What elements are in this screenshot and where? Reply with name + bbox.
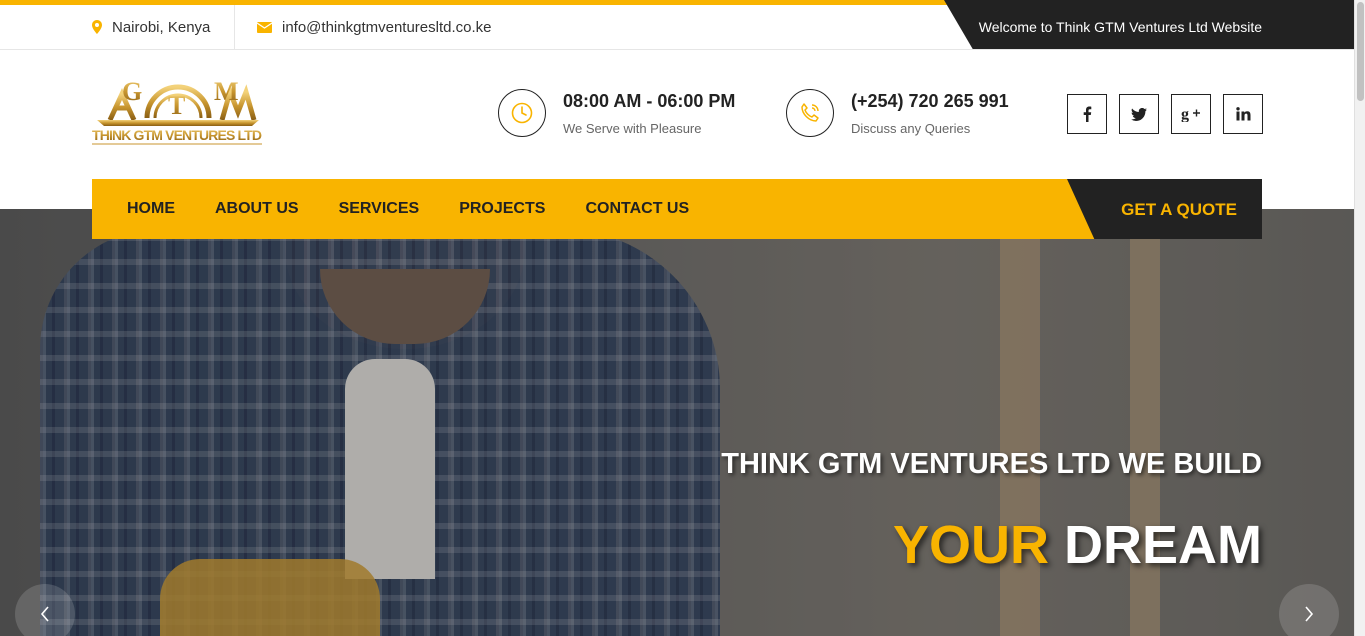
- hours-subtitle: We Serve with Pleasure: [563, 120, 702, 136]
- map-marker-icon: [92, 20, 102, 34]
- email-text[interactable]: info@thinkgtmventuresltd.co.ke: [282, 19, 492, 36]
- svg-text:T: T: [168, 91, 185, 120]
- slider-prev-button[interactable]: [15, 584, 75, 636]
- hero-tagline-rest: DREAM: [1064, 515, 1262, 575]
- social-links: g: [1067, 94, 1263, 134]
- hero-tagline-accent: YOUR: [892, 515, 1049, 575]
- phone-subtitle: Discuss any Queries: [851, 120, 971, 136]
- welcome-banner: Welcome to Think GTM Ventures Ltd Websit…: [944, 0, 1354, 49]
- chevron-left-icon: [40, 606, 49, 622]
- welcome-text: Welcome to Think GTM Ventures Ltd Websit…: [978, 19, 1262, 35]
- envelope-icon: [257, 21, 272, 33]
- top-bar: Nairobi, Kenya info@thinkgtmventuresltd.…: [0, 0, 1354, 50]
- svg-text:G: G: [122, 77, 142, 106]
- get-a-quote-button[interactable]: GET A QUOTE: [1067, 179, 1262, 239]
- nav-item-services[interactable]: SERVICES: [339, 200, 420, 218]
- nav-item-projects[interactable]: PROJECTS: [459, 200, 545, 218]
- nav-item-home[interactable]: HOME: [127, 200, 175, 218]
- twitter-icon[interactable]: [1119, 94, 1159, 134]
- main-navigation: HOME ABOUT US SERVICES PROJECTS CONTACT …: [92, 179, 1262, 239]
- nav-menu: HOME ABOUT US SERVICES PROJECTS CONTACT …: [127, 179, 689, 239]
- topbar-divider: [234, 5, 235, 49]
- hero-tagline: YOUR DREAM: [893, 514, 1262, 576]
- hero-heading: THINK GTM VENTURES LTD WE BUILD: [721, 448, 1262, 480]
- location-info: Nairobi, Kenya: [92, 5, 210, 49]
- phone-icon: [786, 89, 834, 137]
- phone-contact[interactable]: (+254) 720 265 991 Discuss any Queries: [786, 89, 1009, 137]
- svg-text:M: M: [214, 77, 239, 106]
- get-a-quote-label[interactable]: GET A QUOTE: [1121, 200, 1237, 220]
- clock-icon: [498, 89, 546, 137]
- location-text: Nairobi, Kenya: [112, 18, 211, 36]
- chevron-right-icon: [1305, 606, 1314, 622]
- opening-hours: 08:00 AM - 06:00 PM We Serve with Pleasu…: [498, 89, 735, 137]
- svg-text:g: g: [1181, 106, 1189, 122]
- facebook-icon[interactable]: [1067, 94, 1107, 134]
- slider-next-button[interactable]: [1279, 584, 1339, 636]
- phone-number[interactable]: (+254) 720 265 991: [851, 91, 1009, 112]
- nav-item-about-us[interactable]: ABOUT US: [215, 200, 299, 218]
- svg-text:THINK GTM VENTURES LTD: THINK GTM VENTURES LTD: [92, 127, 262, 143]
- email-info[interactable]: info@thinkgtmventuresltd.co.ke: [257, 5, 492, 49]
- company-logo[interactable]: G T M THINK GTM VENTURES LTD: [92, 74, 264, 146]
- hours-title: 08:00 AM - 06:00 PM: [563, 90, 736, 111]
- linkedin-icon[interactable]: [1223, 94, 1263, 134]
- hero-slider: THINK GTM VENTURES LTD WE BUILD YOUR DRE…: [0, 209, 1354, 636]
- nav-item-contact-us[interactable]: CONTACT US: [585, 200, 689, 218]
- scrollbar-thumb[interactable]: [1357, 2, 1364, 101]
- google-plus-icon[interactable]: g: [1171, 94, 1211, 134]
- page-scrollbar[interactable]: [1354, 0, 1365, 636]
